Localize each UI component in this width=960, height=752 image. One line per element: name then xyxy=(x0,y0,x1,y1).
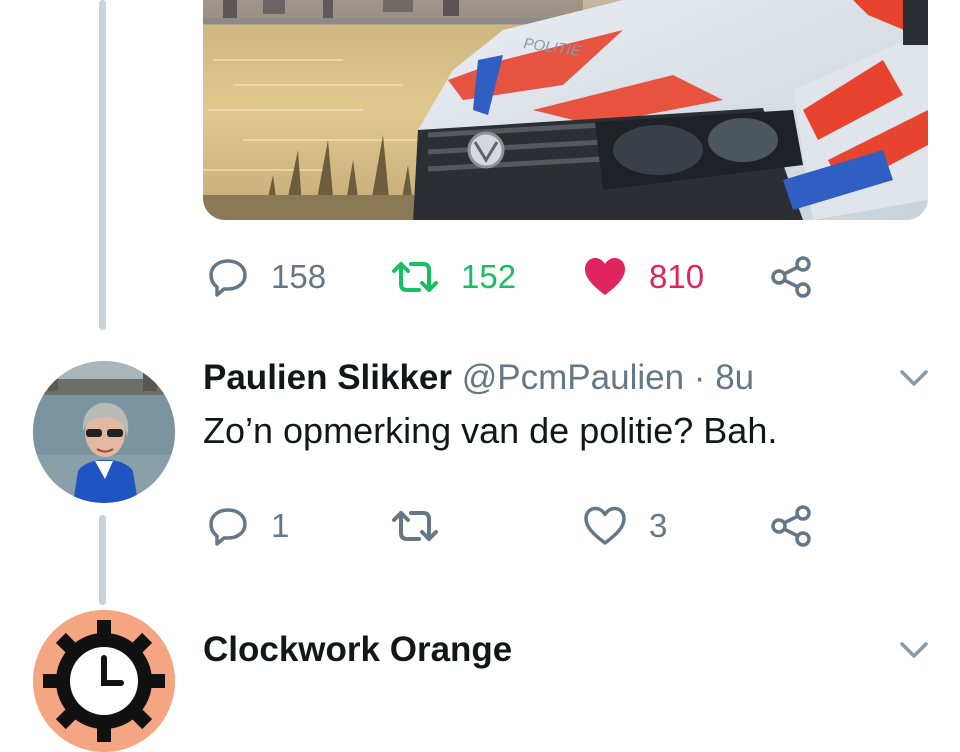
share-button[interactable] xyxy=(770,498,814,554)
tweet-actions-main: 158 152 810 xyxy=(203,249,903,305)
like-count: 810 xyxy=(649,258,705,295)
retweet-icon xyxy=(392,511,438,541)
share-button[interactable] xyxy=(770,249,814,305)
reply-count: 158 xyxy=(271,258,327,295)
tweet-text: Zo’n opmerking van de politie? Bah. xyxy=(203,410,778,451)
thread-line-middle xyxy=(99,515,106,605)
next-tweet-header: Clockwork Orange xyxy=(203,630,512,670)
separator-dot: · xyxy=(693,358,706,397)
like-button[interactable]: 810 xyxy=(583,249,704,305)
retweet-count: 152 xyxy=(461,258,517,295)
avatar-photo xyxy=(33,361,175,503)
clock-icon xyxy=(33,610,175,752)
display-name[interactable]: Clockwork Orange xyxy=(203,630,512,669)
like-icon xyxy=(585,258,625,295)
like-count: 3 xyxy=(649,507,668,544)
reply-header: Paulien Slikker @PcmPaulien · 8u xyxy=(203,358,754,398)
like-button[interactable]: 3 xyxy=(583,498,667,554)
tweet-media-image[interactable]: POLITIE xyxy=(203,0,928,220)
police-van-photo: POLITIE xyxy=(203,0,928,220)
reply-icon xyxy=(209,259,247,297)
reply-button[interactable]: 1 xyxy=(207,498,289,554)
avatar[interactable] xyxy=(33,610,175,752)
reply-button[interactable]: 158 xyxy=(207,249,326,305)
thread-line-top xyxy=(99,0,106,330)
retweet-icon xyxy=(392,262,438,292)
reply-icon xyxy=(209,508,247,546)
chevron-down-icon[interactable] xyxy=(898,638,930,662)
timestamp[interactable]: 8u xyxy=(715,358,754,397)
retweet-button[interactable] xyxy=(391,498,461,554)
display-name[interactable]: Paulien Slikker xyxy=(203,358,452,397)
chevron-down-icon[interactable] xyxy=(898,366,930,390)
share-icon xyxy=(771,256,811,298)
reply-count: 1 xyxy=(271,507,290,544)
user-handle[interactable]: @PcmPaulien xyxy=(462,358,684,397)
share-icon xyxy=(771,505,811,547)
retweet-button[interactable]: 152 xyxy=(391,249,516,305)
like-icon xyxy=(584,506,626,545)
tweet-actions-reply: 1 3 xyxy=(203,498,903,554)
avatar[interactable] xyxy=(33,361,175,503)
